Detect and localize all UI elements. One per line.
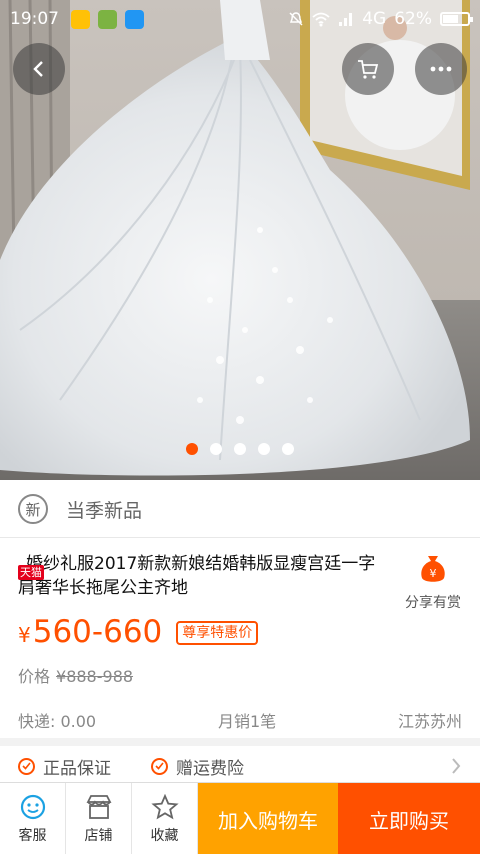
- current-price: 560-660: [32, 614, 163, 650]
- carousel-dot[interactable]: [234, 443, 246, 455]
- star-icon: [150, 793, 179, 819]
- wedding-dress-photo: [0, 0, 480, 480]
- bottom-action-bar: 客服 店铺 收藏 加入购物车 立即购买: [0, 782, 480, 854]
- add-to-cart-button[interactable]: 加入购物车: [198, 783, 338, 854]
- favorite-label: 收藏: [150, 827, 179, 844]
- season-tag: 新 当季新品: [18, 494, 142, 524]
- season-label: 当季新品: [66, 499, 143, 522]
- carousel-dot[interactable]: [210, 443, 222, 455]
- guarantee-label: 赠运费险: [176, 758, 244, 779]
- shipping-sales-location: 快递: 0.00 月销1笔 江苏苏州: [18, 708, 462, 732]
- price-row: ¥ 560-660 尊享特惠价: [18, 614, 259, 650]
- check-icon: [18, 757, 35, 775]
- promo-badge: 尊享特惠价: [176, 621, 259, 645]
- currency-symbol: ¥: [18, 623, 31, 647]
- carousel-dot[interactable]: [186, 443, 198, 455]
- product-detail-page: 19:07 4G 62% 新 当季新品 天猫 婚纱礼服2017新款新娘结婚韩版显…: [0, 0, 480, 854]
- chevron-left-icon: [33, 61, 43, 77]
- product-info-card: 新 当季新品 天猫 婚纱礼服2017新款新娘结婚韩版显瘦宫廷一字肩奢华长拖尾公主…: [0, 480, 480, 738]
- customer-service-button[interactable]: 客服: [0, 783, 66, 854]
- tmall-badge: 天猫: [18, 565, 44, 580]
- shop-icon: [86, 794, 111, 819]
- guarantee-row[interactable]: 正品保证 赠运费险: [0, 746, 480, 786]
- product-image-carousel[interactable]: [0, 0, 480, 480]
- original-price-label: 价格: [18, 667, 51, 686]
- buy-now-button[interactable]: 立即购买: [338, 783, 480, 854]
- cart-icon: [358, 60, 379, 79]
- service-icon: [20, 794, 45, 819]
- shop-button[interactable]: 店铺: [66, 783, 132, 854]
- service-label: 客服: [18, 827, 47, 844]
- mute-icon: [289, 12, 303, 26]
- wifi-icon: [312, 12, 330, 27]
- svg-text:¥: ¥: [430, 567, 437, 580]
- shipping-fee: 快递: 0.00: [18, 712, 97, 731]
- scan-icon: [125, 9, 144, 29]
- share-reward-button[interactable]: ¥ 分享有赏: [398, 552, 468, 612]
- guarantee-label: 正品保证: [43, 758, 111, 779]
- network-type: 4G: [362, 9, 387, 29]
- carousel-dot[interactable]: [282, 443, 294, 455]
- battery-percent: 62%: [394, 9, 432, 29]
- location: 江苏苏州: [397, 712, 462, 731]
- share-label: 分享有赏: [405, 595, 461, 611]
- carousel-dot[interactable]: [258, 443, 270, 455]
- cart-button[interactable]: [342, 43, 394, 95]
- guarantee-item: 正品保证: [18, 754, 111, 779]
- new-badge-icon: 新: [18, 494, 48, 524]
- battery-icon: [440, 12, 473, 26]
- money-bag-icon: ¥: [421, 556, 445, 582]
- product-title-block: 天猫 婚纱礼服2017新款新娘结婚韩版显瘦宫廷一字肩奢华长拖尾公主齐地: [18, 552, 388, 600]
- more-icon: [430, 66, 452, 72]
- back-button[interactable]: [13, 43, 65, 95]
- original-price: ¥888-988: [56, 667, 134, 686]
- check-icon: [151, 757, 168, 775]
- status-time: 19:07: [10, 9, 59, 29]
- guarantee-item: 赠运费险: [151, 754, 244, 779]
- more-button[interactable]: [415, 43, 467, 95]
- status-bar: 19:07 4G 62%: [0, 0, 480, 38]
- divider: [0, 537, 480, 538]
- product-title: 婚纱礼服2017新款新娘结婚韩版显瘦宫廷一字肩奢华长拖尾公主齐地: [18, 554, 376, 598]
- favorite-button[interactable]: 收藏: [132, 783, 198, 854]
- notification-app-icon: [98, 9, 117, 29]
- carousel-indicator: [0, 443, 480, 455]
- shop-label: 店铺: [84, 827, 113, 844]
- chevron-right-icon: [452, 758, 461, 774]
- signal-icon: [339, 13, 353, 26]
- monthly-sales: 月销1笔: [217, 712, 277, 731]
- original-price-row: 价格 ¥888-988: [18, 663, 133, 687]
- notification-app-icon: [71, 9, 90, 29]
